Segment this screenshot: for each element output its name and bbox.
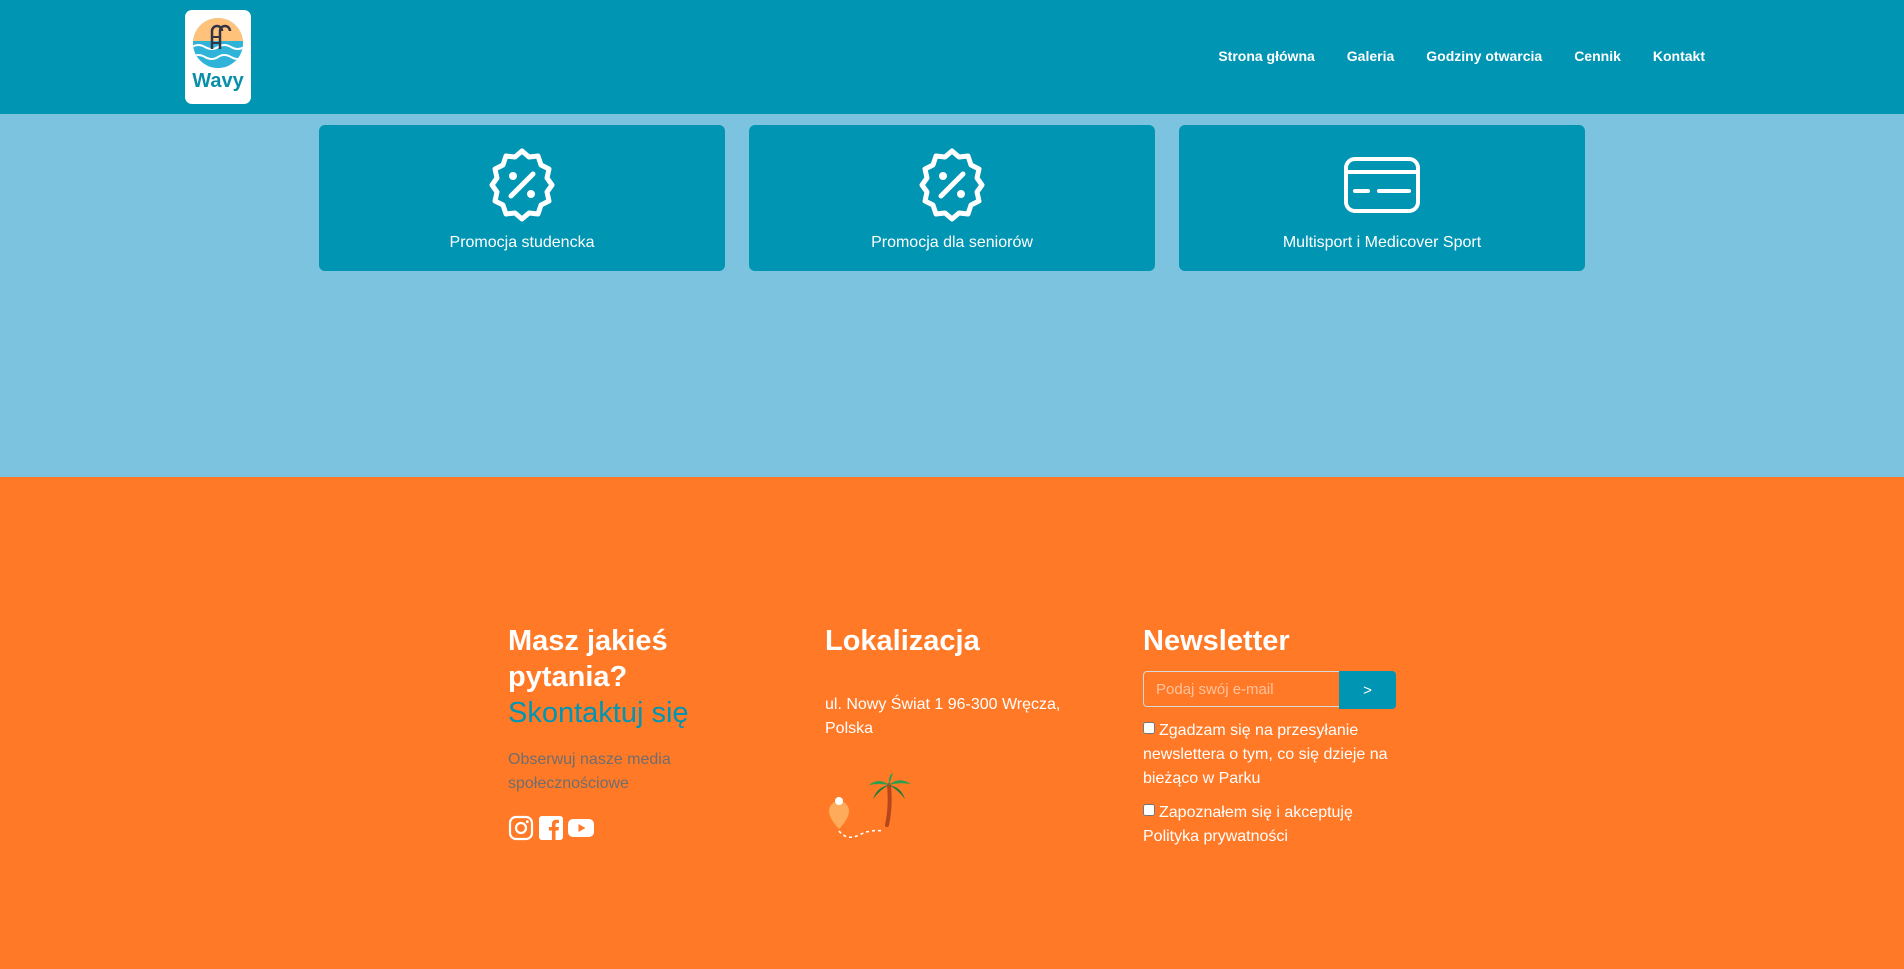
- location-title: Lokalizacja: [825, 625, 980, 657]
- pool-ladder-icon: [193, 18, 243, 68]
- nav-link-gallery[interactable]: Galeria: [1347, 48, 1394, 64]
- newsletter-consent-row: Zgadzam się na przesyłanie newslettera o…: [1143, 719, 1405, 791]
- promo-label: Promocja dla seniorów: [871, 234, 1033, 251]
- promo-card-multisport[interactable]: Multisport i Medicover Sport: [1179, 125, 1585, 271]
- footer-location-column: Lokalizacja ul. Nowy Świat 1 96-300 Wręc…: [825, 623, 1095, 839]
- credit-card-icon: [1344, 157, 1420, 213]
- nav-link-home[interactable]: Strona główna: [1218, 48, 1314, 64]
- newsletter-consent-checkbox[interactable]: [1143, 722, 1155, 734]
- map-route-palm-icon: [829, 773, 911, 839]
- contact-question: Masz jakieś pytania?: [508, 625, 668, 693]
- discount-badge-icon: [919, 148, 985, 222]
- navbar: Wavy Strona główna Galeria Godziny otwar…: [0, 0, 1904, 114]
- address-text: ul. Nowy Świat 1 96-300 Wręcza, Polska: [825, 696, 1061, 737]
- youtube-icon[interactable]: [568, 815, 594, 841]
- promo-label: Promocja studencka: [449, 234, 595, 251]
- promo-card-student[interactable]: Promocja studencka: [319, 125, 725, 271]
- nav-link-pricing[interactable]: Cennik: [1574, 48, 1621, 64]
- nav-link-opening-hours[interactable]: Godziny otwarcia: [1426, 48, 1542, 64]
- social-media-text: Obserwuj nasze media społecznościowe: [508, 751, 671, 792]
- main-navigation: Strona główna Galeria Godziny otwarcia C…: [1186, 48, 1705, 64]
- footer-contact-column: Masz jakieś pytania? Skontaktuj się Obse…: [508, 623, 768, 841]
- newsletter-title: Newsletter: [1143, 625, 1290, 657]
- footer: Masz jakieś pytania? Skontaktuj się Obse…: [0, 477, 1904, 969]
- privacy-consent-row: Zapoznałem się i akceptuję Polityka pryw…: [1143, 801, 1405, 849]
- newsletter-submit-button[interactable]: >: [1339, 671, 1396, 709]
- newsletter-email-input[interactable]: [1143, 671, 1340, 707]
- privacy-consent-checkbox[interactable]: [1143, 804, 1155, 816]
- facebook-icon[interactable]: [538, 815, 564, 841]
- discount-badge-icon: [489, 148, 555, 222]
- contact-link[interactable]: Skontaktuj się: [508, 695, 768, 731]
- brand-name: Wavy: [192, 70, 244, 92]
- promo-label: Multisport i Medicover Sport: [1282, 234, 1482, 251]
- brand-logo[interactable]: Wavy: [185, 10, 251, 104]
- nav-link-contact[interactable]: Kontakt: [1653, 48, 1705, 64]
- promo-card-seniors[interactable]: Promocja dla seniorów: [749, 125, 1155, 271]
- newsletter-consent-label: Zgadzam się na przesyłanie newslettera o…: [1143, 722, 1388, 787]
- privacy-consent-label: Zapoznałem się i akceptuję Polityka pryw…: [1143, 804, 1353, 845]
- social-icons: [508, 815, 768, 841]
- promotions-section: Promocja studencka Promocja dla seniorów…: [319, 125, 1585, 271]
- newsletter-form: >: [1143, 671, 1413, 709]
- instagram-icon[interactable]: [508, 815, 534, 841]
- footer-newsletter-column: Newsletter > Zgadzam się na przesyłanie …: [1143, 623, 1413, 849]
